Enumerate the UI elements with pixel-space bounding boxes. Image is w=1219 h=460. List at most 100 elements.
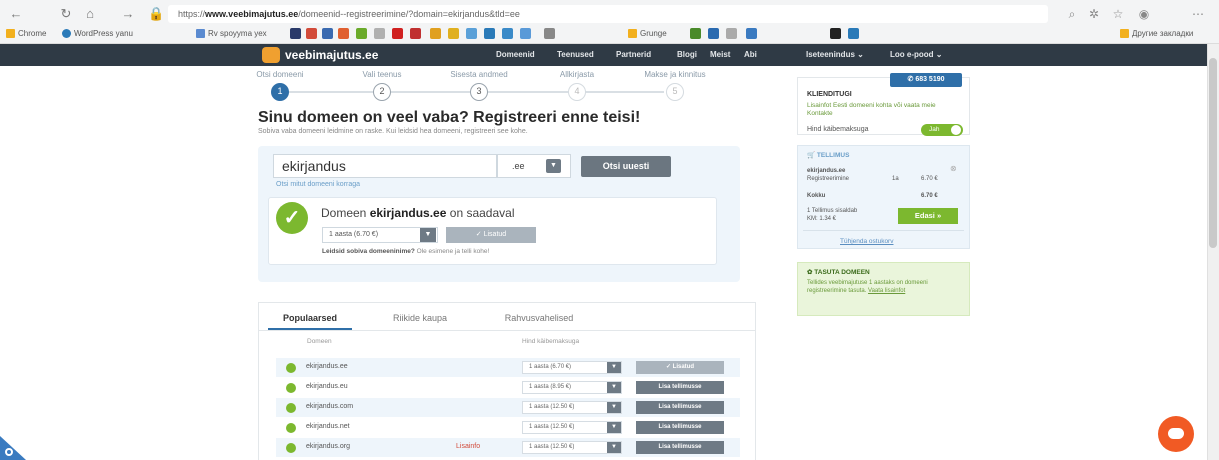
row-added-button[interactable]: ✓ Lisatud [636,361,724,374]
step-label: Vali teenus [362,70,402,79]
chevron-down-icon[interactable]: ▼ [607,422,621,433]
url-path: /domeenid--registreerimine/?domain=ekirj… [298,9,520,19]
chevron-down-icon[interactable]: ▼ [607,402,621,413]
result-prefix: Domeen [321,206,367,220]
site-icon[interactable] [726,28,737,39]
corner-widget[interactable] [0,436,26,460]
step-3[interactable]: 3 [470,83,488,101]
row-add-button[interactable]: Lisa tellimusse [636,381,724,394]
chevron-down-icon[interactable]: ▼ [546,159,561,173]
site-icon[interactable] [544,28,555,39]
reload-icon[interactable]: ↻ [58,6,74,22]
step-1[interactable]: 1 [271,83,289,101]
remove-icon[interactable]: ⊗ [950,164,957,173]
bookmark-label: WordPress yanu [74,29,133,38]
site-icon[interactable] [338,28,349,39]
row-add-button[interactable]: Lisa tellimusse [636,441,724,454]
row-add-button[interactable]: Lisa tellimusse [636,401,724,414]
folder-icon [196,29,205,39]
cart-title: 🛒 TELLIMUS [807,151,849,159]
search-again-button[interactable]: Otsi uuesti [581,156,671,177]
cart-note-vat: KM: 1.34 € [807,216,837,222]
empty-cart-link[interactable]: Tühjenda ostukorv [840,238,893,245]
extension-icon[interactable]: ✲ [1086,6,1102,22]
site-icon[interactable] [746,28,757,39]
nav-eshop[interactable]: Loo e-pood ⌄ [890,49,942,61]
home-icon[interactable]: ⌂ [82,6,98,22]
chevron-down-icon: ⌄ [857,50,864,59]
tab-international[interactable]: Rahvusvahelised [484,306,594,330]
back-icon[interactable]: ← [8,6,24,22]
row-domain: ekirjandus.ee [306,363,348,370]
site-icon[interactable] [848,28,859,39]
nav-about[interactable]: Meist [710,49,730,61]
site-icon[interactable] [374,28,385,39]
site-icon[interactable] [830,28,841,39]
bookmark-other[interactable]: Другие закладки [1120,28,1193,40]
cart-icon: 🛒 [807,152,816,159]
free-domain-link[interactable]: Vaata lisainfot [868,288,905,294]
multi-domain-link[interactable]: Otsi mitut domeeni korraga [276,181,360,188]
chevron-down-icon[interactable]: ▼ [420,228,436,242]
site-icon[interactable] [356,28,367,39]
bookmark-folder[interactable]: Grunge [628,28,667,40]
cart-note: 1 Tellimus sisaldab [807,208,858,214]
step-2[interactable]: 2 [373,83,391,101]
added-button[interactable]: ✓ Lisatud [446,227,536,243]
cloud-logo-icon[interactable] [262,47,280,63]
nav-self-service[interactable]: Iseteenindus ⌄ [806,49,864,61]
table-row: ekirjandus.eu 1 aasta (8.95 €) ▼ Lisa te… [276,378,740,397]
site-icon[interactable] [430,28,441,39]
nav-services[interactable]: Teenused [557,49,594,61]
site-icon[interactable] [708,28,719,39]
tab-search-icon[interactable]: ⌕ [1064,6,1080,22]
nav-help[interactable]: Abi [744,49,757,61]
row-domain: ekirjandus.org [306,443,350,450]
nav-domains[interactable]: Domeenid [496,49,535,61]
page-subtitle: Sobiva vaba domeeni leidmine on raske. K… [258,128,528,135]
row-domain: ekirjandus.com [306,403,354,410]
available-dot-icon [286,383,296,393]
site-icon[interactable] [502,28,513,39]
chevron-down-icon[interactable]: ▼ [607,442,621,453]
site-icon[interactable] [306,28,317,39]
scrollbar-thumb[interactable] [1209,58,1217,248]
site-icon[interactable] [484,28,495,39]
site-icon[interactable] [322,28,333,39]
forward-icon[interactable]: → [120,6,136,22]
bookmark-star-icon[interactable]: ☆ [1110,6,1126,22]
result-suffix: on saadaval [449,206,515,220]
folder-icon [6,29,15,39]
phone-button[interactable]: ✆ 683 5190 [890,73,962,87]
support-link[interactable]: Lisainfot Eesti domeeni kohta või vaata … [807,102,957,118]
row-add-button[interactable]: Lisa tellimusse [636,421,724,434]
menu-icon[interactable]: ⋯ [1190,6,1206,22]
domain-search-input[interactable] [273,154,497,178]
site-icon[interactable] [392,28,403,39]
step-label: Sisesta andmed [450,70,508,79]
bookmark-folder[interactable]: Rv spoyyma yex [196,28,267,40]
chevron-down-icon[interactable]: ▼ [607,382,621,393]
tab-popular[interactable]: Populaarsed [268,306,352,330]
free-domain-text: Tellides veebimajutuse 1 aastaks on dome… [807,279,962,295]
bookmark-chrome[interactable]: Chrome [6,28,46,40]
site-icon[interactable] [466,28,477,39]
table-row: ekirjandus.ee 1 aasta (6.70 €) ▼ ✓ Lisat… [276,358,740,377]
site-icon[interactable] [520,28,531,39]
site-icon[interactable] [290,28,301,39]
site-logo[interactable]: veebimajutus.ee [285,47,378,63]
row-note[interactable]: Lisainfo [456,443,480,450]
chevron-down-icon[interactable]: ▼ [607,362,621,373]
tab-countries[interactable]: Riikide kaupa [370,306,470,330]
available-dot-icon [286,423,296,433]
address-bar[interactable]: https://www.veebimajutus.ee/domeenid--re… [168,5,1048,23]
nav-blog[interactable]: Blogi [677,49,697,61]
profile-icon[interactable]: ◉ [1136,6,1152,22]
site-icon[interactable] [690,28,701,39]
nav-partners[interactable]: Partnerid [616,49,651,61]
checkout-button[interactable]: Edasi » [898,208,958,224]
bookmark-wordpress[interactable]: WordPress yanu [62,28,133,40]
available-dot-icon [286,363,296,373]
site-icon[interactable] [410,28,421,39]
site-icon[interactable] [448,28,459,39]
